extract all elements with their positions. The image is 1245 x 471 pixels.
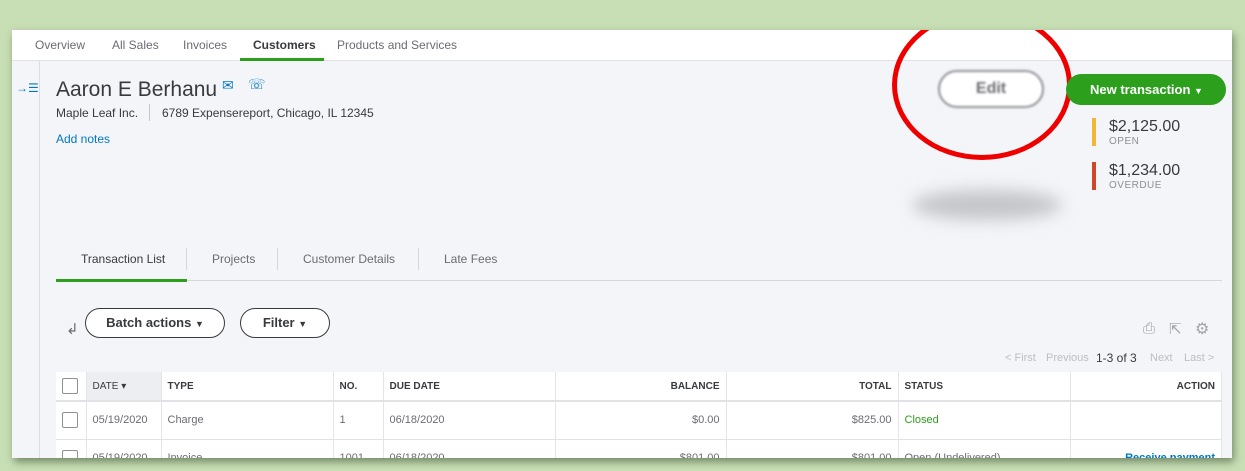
open-label: OPEN: [1109, 136, 1140, 147]
phone-icon[interactable]: ☏: [248, 76, 266, 93]
active-tab-underline: [240, 58, 324, 61]
receive-payment-link[interactable]: Receive payment: [1070, 439, 1222, 458]
col-balance[interactable]: BALANCE: [555, 372, 727, 402]
add-notes-link[interactable]: Add notes: [56, 132, 110, 146]
col-action: ACTION: [1070, 372, 1222, 402]
active-subtab-underline: [56, 279, 187, 282]
export-icon[interactable]: ⇱: [1169, 320, 1182, 338]
col-date[interactable]: DATE ▾: [86, 372, 162, 402]
table-row: 05/19/2020 Charge 1 06/18/2020 $0.00 $82…: [56, 401, 1222, 440]
new-transaction-label: New transaction: [1090, 82, 1191, 97]
pager-next[interactable]: Next: [1150, 352, 1173, 364]
tab-customers[interactable]: Customers: [253, 38, 316, 52]
row-select-cell: [56, 401, 87, 440]
overdue-indicator: [1092, 162, 1096, 190]
new-transaction-button[interactable]: New transaction ▼: [1066, 74, 1226, 105]
open-indicator: [1092, 118, 1096, 146]
batch-actions-button[interactable]: Batch actions ▼: [85, 308, 225, 338]
table-header: DATE ▾ TYPE NO. DUE DATE BALANCE TOTAL S…: [56, 372, 1222, 402]
cell-no: 1: [333, 401, 384, 440]
tab-divider: [277, 248, 278, 270]
col-total[interactable]: TOTAL: [726, 372, 899, 402]
batch-actions-label: Batch actions: [106, 315, 192, 330]
pager-previous[interactable]: Previous: [1046, 352, 1089, 364]
subtab-projects[interactable]: Projects: [212, 252, 255, 266]
customer-page: Overview All Sales Invoices Customers Pr…: [12, 30, 1232, 458]
caret-icon: ▼: [298, 319, 308, 329]
col-type[interactable]: TYPE: [161, 372, 334, 402]
col-no[interactable]: NO.: [333, 372, 384, 402]
col-status[interactable]: STATUS: [898, 372, 1071, 402]
tab-invoices[interactable]: Invoices: [183, 38, 227, 52]
transactions-table: DATE ▾ TYPE NO. DUE DATE BALANCE TOTAL S…: [56, 372, 1222, 458]
subtab-customer-details[interactable]: Customer Details: [303, 252, 395, 266]
row-checkbox[interactable]: [62, 412, 78, 429]
cell-status: Open (Undelivered): [898, 439, 1071, 458]
highlight-annotation: [892, 30, 1072, 160]
customer-name: Aaron E Berhanu: [56, 78, 218, 101]
cell-date: 05/19/2020: [86, 401, 162, 440]
divider: [149, 104, 150, 121]
cell-type: Charge: [161, 401, 334, 440]
cell-type: Invoice: [161, 439, 334, 458]
row-select-cell: [56, 439, 87, 458]
cell-total: $825.00: [726, 401, 899, 440]
pager-last[interactable]: Last >: [1184, 352, 1214, 364]
open-amount: $2,125.00: [1109, 118, 1181, 135]
tab-overview[interactable]: Overview: [35, 38, 85, 52]
print-icon[interactable]: ⎙: [1143, 320, 1155, 337]
pager-range: 1-3 of 3: [1096, 351, 1137, 365]
filter-button[interactable]: Filter ▼: [240, 308, 330, 338]
tab-products-services[interactable]: Products and Services: [337, 38, 457, 52]
row-checkbox[interactable]: [62, 450, 78, 458]
cell-no: 1001: [333, 439, 384, 458]
subtab-late-fees[interactable]: Late Fees: [444, 252, 497, 266]
blurred-shadow: [912, 190, 1062, 220]
tab-divider: [418, 248, 419, 270]
email-icon[interactable]: ✉: [222, 77, 234, 94]
company-name: Maple Leaf Inc.: [56, 106, 139, 120]
select-all-cell: [56, 372, 87, 402]
cell-balance: $0.00: [555, 401, 727, 440]
settings-gear-icon[interactable]: ⚙: [1195, 319, 1209, 339]
tab-all-sales[interactable]: All Sales: [112, 38, 159, 52]
caret-icon: ▼: [194, 319, 204, 329]
overdue-amount: $1,234.00: [1109, 162, 1181, 179]
cell-date: 05/19/2020: [86, 439, 162, 458]
table-row: 05/19/2020 Invoice 1001 06/18/2020 $801.…: [56, 439, 1222, 458]
tab-divider: [186, 248, 187, 270]
cell-due-date: 06/18/2020: [383, 401, 556, 440]
cell-balance: $801.00: [555, 439, 727, 458]
subtab-divider: [56, 280, 1222, 281]
cell-action: [1070, 401, 1222, 440]
overdue-label: OVERDUE: [1109, 180, 1162, 191]
select-all-checkbox[interactable]: [62, 378, 78, 394]
filter-label: Filter: [262, 315, 295, 330]
cell-total: $801.00: [726, 439, 899, 458]
pager-first[interactable]: < First: [1005, 352, 1036, 364]
subtab-transaction-list[interactable]: Transaction List: [81, 252, 165, 266]
col-due-date[interactable]: DUE DATE: [383, 372, 556, 402]
customer-address: 6789 Expensereport, Chicago, IL 12345: [162, 106, 374, 120]
collapse-arrow-icon[interactable]: ↲: [66, 320, 79, 338]
cell-status: Closed: [898, 401, 1071, 440]
cell-due-date: 06/18/2020: [383, 439, 556, 458]
dropdown-caret-icon: ▼: [1194, 86, 1203, 96]
left-panel-toggle-strip: →☰: [12, 61, 40, 458]
expand-panel-icon[interactable]: →☰: [16, 81, 39, 95]
